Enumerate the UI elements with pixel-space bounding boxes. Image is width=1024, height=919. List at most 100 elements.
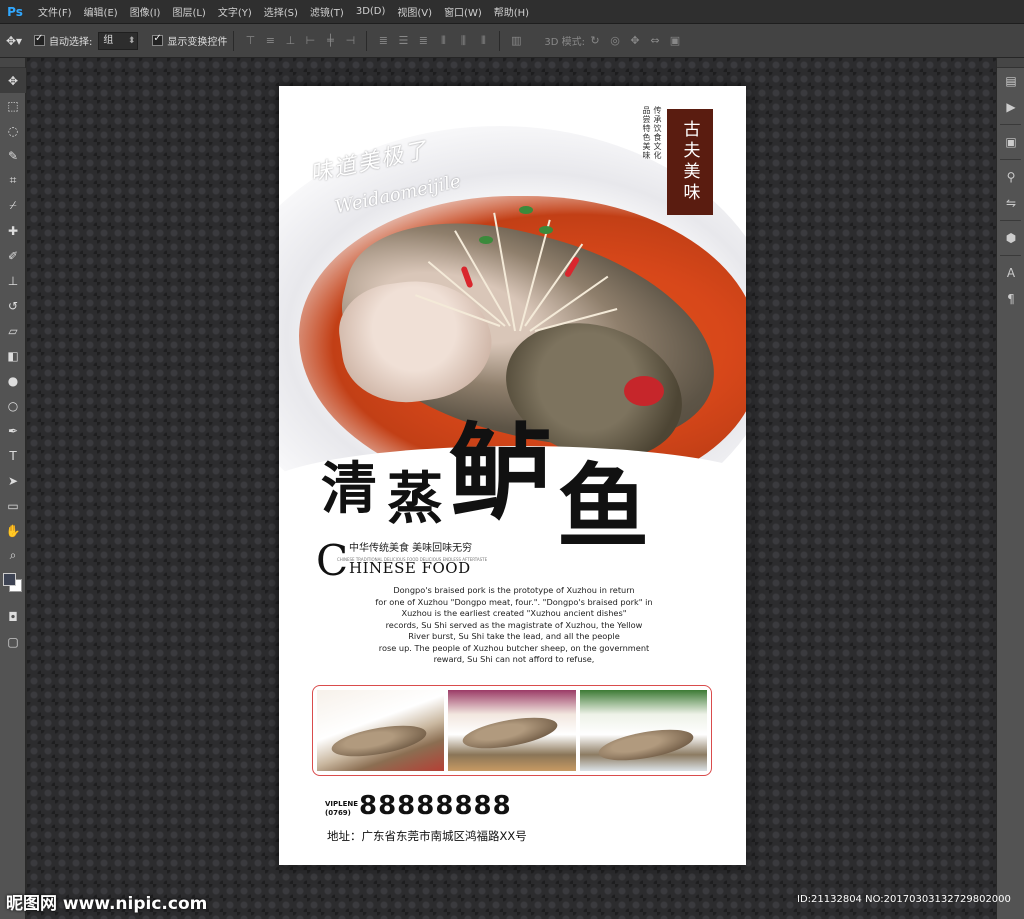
crop-tool-icon[interactable]: ⌗ [0,168,26,193]
distribute-bottom-icon[interactable]: ≣ [415,33,431,49]
tools-panel: ✥ ⬚ ◌ ✎ ⌗ ⌿ ✚ ✐ ⊥ ↺ ▱ ◧ ● ○ ✒ T ➤ ▭ ✋ ⌕ … [0,58,26,919]
distribute-hcenter-icon[interactable]: ⫼ [455,33,471,49]
menu-file[interactable]: 文件(F) [32,4,78,19]
divider [366,30,368,51]
description-line: rose up. The people of Xuzhou butcher sh… [378,642,650,653]
distribute-top-icon[interactable]: ≣ [375,33,391,49]
align-left-icon[interactable]: ⊢ [302,33,318,49]
auto-select-dropdown[interactable]: 组 [98,31,139,50]
move-tool-icon[interactable]: ✥ [0,68,26,93]
menu-layer[interactable]: 图层(L) [166,4,211,19]
description-line: Dongpo's braised pork is the prototype o… [393,585,635,595]
dodge-tool-icon[interactable]: ○ [0,393,26,418]
show-transform-checkbox[interactable] [152,33,164,46]
3d-panel-icon[interactable]: ⬢ [997,225,1024,251]
brush-tool-icon[interactable]: ✐ [0,243,26,268]
panel-grip[interactable] [997,58,1024,68]
zoom-tool-icon[interactable]: ⌕ [0,543,26,568]
auto-align-icon[interactable]: ▥ [508,33,524,49]
menu-help[interactable]: 帮助(H) [488,4,535,19]
blur-tool-icon[interactable]: ● [0,368,26,393]
menu-image[interactable]: 图像(I) [124,4,167,19]
poster-document[interactable]: 味道美极了 Weidaomeijile 传承饮食文化 品尝特色美味 古夫美味 清… [279,86,746,865]
align-bottom-icon[interactable]: ⊥ [282,33,298,49]
align-vcenter-icon[interactable]: ≡ [262,33,278,49]
gradient-tool-icon[interactable]: ◧ [0,343,26,368]
fish-mouth [624,376,664,406]
history-panel-icon[interactable]: ▤ [997,68,1024,94]
actions-panel-icon[interactable]: ▶ [997,94,1024,120]
menu-type[interactable]: 文字(Y) [212,4,258,19]
type-tool-icon[interactable]: T [0,443,26,468]
3d-slide-icon[interactable]: ⇔ [647,33,663,49]
align-top-icon[interactable]: ⊤ [242,33,258,49]
menu-select[interactable]: 选择(S) [258,4,304,19]
menu-bar: Ps 文件(F) 编辑(E) 图像(I) 图层(L) 文字(Y) 选择(S) 滤… [0,0,1024,24]
description-line: for one of Xuzhou "Dongpo meat, four.". … [375,596,653,607]
title-char-1: 清 [321,456,377,522]
area-code: (0769) [325,809,351,817]
move-tool-preset-icon[interactable]: ✥▾ [0,30,28,52]
photo-gallery [312,685,712,776]
distribute-right-icon[interactable]: ⫴ [475,33,491,49]
show-transform-label: 显示变换控件 [167,37,228,48]
eraser-tool-icon[interactable]: ▱ [0,318,26,343]
viplene-text: VIPLENE [325,800,359,808]
3d-roll-icon[interactable]: ◎ [607,33,623,49]
menu-window[interactable]: 窗口(W) [438,4,488,19]
scallion-garnish [415,196,618,366]
adjustments-panel-icon[interactable]: ⇋ [997,190,1024,216]
hand-tool-icon[interactable]: ✋ [0,518,26,543]
pen-tool-icon[interactable]: ✒ [0,418,26,443]
menu-edit[interactable]: 编辑(E) [78,4,124,19]
tools-panel-grip[interactable] [0,58,25,68]
stamp-label: 古夫美味 [667,109,713,215]
marquee-tool-icon[interactable]: ⬚ [0,93,26,118]
align-right-icon[interactable]: ⊣ [342,33,358,49]
shape-tool-icon[interactable]: ▭ [0,493,26,518]
3d-scale-icon[interactable]: ▣ [667,33,683,49]
stamp-tool-icon[interactable]: ⊥ [0,268,26,293]
vertical-slogan-2: 品尝特色美味 [642,106,651,160]
info-panel-icon[interactable]: ▣ [997,129,1024,155]
distribute-left-icon[interactable]: ⫴ [435,33,451,49]
description-line: reward, Su Shi can not afford to refuse, [433,654,595,664]
vertical-slogan-1: 传承饮食文化 [653,106,662,160]
description-line: Xuzhou is the earliest created "Xuzhou a… [401,608,627,618]
phone-number: 88888888 [359,791,512,821]
menu-filter[interactable]: 滤镜(T) [304,4,350,19]
title-char-3: 鲈 [449,411,554,534]
3d-rotate-icon[interactable]: ↻ [587,33,603,49]
eyedropper-tool-icon[interactable]: ⌿ [0,193,26,218]
divider [499,30,501,51]
history-brush-tool-icon[interactable]: ↺ [0,293,26,318]
gallery-photo-1 [317,690,445,771]
healing-tool-icon[interactable]: ✚ [0,218,26,243]
menu-view[interactable]: 视图(V) [391,4,438,19]
description: Dongpo's braised pork is the prototype o… [369,585,659,666]
divider [233,30,235,51]
quick-select-tool-icon[interactable]: ✎ [0,143,26,168]
distribute-vcenter-icon[interactable]: ☰ [395,33,411,49]
color-swatches[interactable] [0,568,26,604]
character-panel-icon[interactable]: A [997,260,1024,286]
auto-select-checkbox[interactable] [34,33,45,46]
title-char-4: 鱼 [557,453,650,561]
hotline-label: VIPLENE (0769) [325,800,358,818]
auto-select-label: 自动选择: [49,37,93,48]
lasso-tool-icon[interactable]: ◌ [0,118,26,143]
address: 地址：广东省东莞市南城区鸿福路XX号 [327,829,527,843]
description-line: River burst, Su Shi take the lead, and a… [408,631,620,641]
paragraph-panel-icon[interactable]: ¶ [997,286,1024,312]
menu-3d[interactable]: 3D(D) [350,6,392,17]
title-char-2: 蒸 [387,466,443,532]
photoshop-logo: Ps [7,4,23,19]
3d-pan-icon[interactable]: ✥ [627,33,643,49]
quick-mask-icon[interactable]: ◘ [0,604,26,629]
screen-mode-icon[interactable]: ▢ [0,629,26,654]
foreground-color-swatch[interactable] [3,573,16,586]
path-select-tool-icon[interactable]: ➤ [0,468,26,493]
brush-panel-icon[interactable]: ⚲ [997,164,1024,190]
align-hcenter-icon[interactable]: ╪ [322,33,338,49]
nipic-watermark: 昵图网 www.nipic.com [6,894,208,914]
